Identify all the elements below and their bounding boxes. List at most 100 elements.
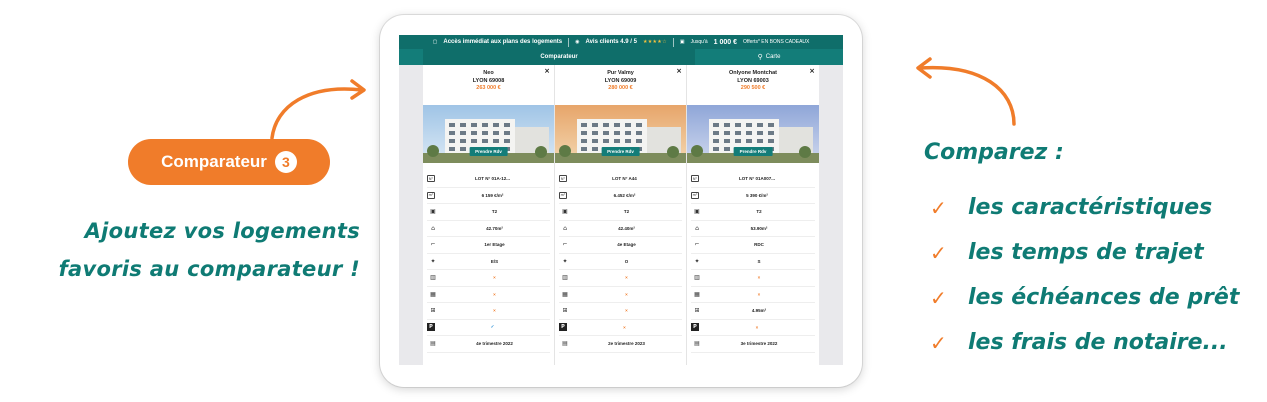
- arrow-to-tablet-right: [916, 57, 1016, 126]
- remove-icon[interactable]: ×: [809, 67, 815, 75]
- program-name: Neo: [483, 70, 494, 76]
- feature-row: ✦ O: [559, 254, 682, 270]
- feature-value: LOT N° 01A-12...: [474, 176, 511, 182]
- lot-number-icon: N°: [691, 175, 699, 183]
- feature-row: ▦ ×: [427, 287, 550, 303]
- feature-value: T2: [623, 209, 630, 215]
- book-appointment-button[interactable]: Prendre Rdv: [469, 147, 508, 156]
- feature-row: m² 6 159 €/m²: [427, 188, 550, 204]
- offer-prefix: Jusqu'à: [690, 39, 708, 45]
- feature-row: ▥ ×: [427, 270, 550, 287]
- feature-value: ×: [625, 291, 628, 297]
- surface-icon: ⌂: [431, 224, 435, 232]
- divider: [568, 37, 570, 47]
- feature-value: E/S: [490, 258, 499, 264]
- info-bar: ▢ Accès immédiat aux plans des logements…: [399, 35, 843, 49]
- feature-value: S: [757, 258, 761, 264]
- feature-row: ⌐ RDC: [691, 237, 815, 254]
- garden-icon: ⊞: [562, 307, 568, 315]
- left-caption-line2: favoris au comparateur !: [58, 257, 360, 281]
- tablet-frame: ▢ Accès immédiat aux plans des logements…: [380, 15, 862, 387]
- remove-icon[interactable]: ×: [544, 67, 550, 75]
- feature-row: P ×: [559, 320, 682, 336]
- book-appointment-button[interactable]: Prendre Rdv: [601, 147, 640, 156]
- feature-value: 6.452 €/m²: [613, 192, 636, 198]
- feature-value: 4e Etage: [617, 242, 636, 248]
- feature-label: les temps de trajet: [968, 240, 1204, 265]
- price-per-m2-icon: m²: [559, 191, 567, 199]
- feature-value: ×: [623, 324, 626, 330]
- feature-row: ▥ ×: [559, 270, 682, 287]
- feature-row: ⌐ 4e Etage: [559, 237, 682, 254]
- program-price: 263 000 €: [476, 85, 501, 91]
- feature-item: ✓ les temps de trajet: [930, 230, 1239, 275]
- program-features: N° LOT N° A44 m² 6.452 €/m² ▣ T2 ⌂ 42.40m² ⌐ 4e E…: [555, 163, 686, 353]
- plans-text: Accès immédiat aux plans des logements: [443, 39, 563, 45]
- tab-comparateur[interactable]: Comparateur: [423, 49, 695, 65]
- comparison-column: × Neo LYON 69008 263 000 € Prendre Rdv N…: [423, 65, 555, 365]
- floorplan-icon: ▣: [562, 208, 568, 216]
- feature-row: ▥ ×: [691, 270, 815, 287]
- feature-row: ▤ 3e trimestre 2022: [691, 336, 815, 353]
- feature-item: ✓ les caractéristiques: [930, 185, 1239, 230]
- feature-row: m² 5 390 €/m²: [691, 188, 815, 204]
- balcony-icon: ▥: [430, 274, 436, 282]
- feature-row: ⌂ 42.40m²: [559, 221, 682, 237]
- feature-value: LOT N° 01A007...: [738, 176, 776, 182]
- parking-icon: P: [559, 323, 567, 332]
- feature-value: 6 159 €/m²: [481, 192, 504, 198]
- check-icon: ✓: [930, 285, 947, 310]
- delivery-calendar-icon: ▤: [562, 340, 568, 348]
- book-appointment-button[interactable]: Prendre Rdv: [733, 147, 773, 156]
- floor-stairs-icon: ⌐: [430, 241, 436, 249]
- lot-number-icon: N°: [559, 175, 567, 183]
- program-photo: Prendre Rdv: [423, 105, 554, 163]
- lot-number-icon: N°: [427, 175, 435, 183]
- feature-label: les frais de notaire...: [968, 330, 1228, 355]
- offer-amount: 1 000 €: [713, 38, 738, 46]
- feature-row: ▣ T2: [427, 204, 550, 221]
- avis-text: Avis clients 4.9 / 5: [585, 39, 637, 45]
- delivery-calendar-icon: ▤: [694, 340, 700, 348]
- compare-feature-list: ✓ les caractéristiques ✓ les temps de traj…: [930, 185, 1239, 365]
- comparison-column: × Pur Valmy LYON 69009 280 000 € Prendre…: [555, 65, 687, 365]
- program-price: 280 000 €: [608, 85, 633, 91]
- tablet-screen: ▢ Accès immédiat aux plans des logements…: [399, 35, 843, 365]
- program-header: Onlyone Montchat LYON 69003 290 500 €: [687, 65, 819, 105]
- balcony-icon: ▥: [562, 274, 568, 282]
- check-icon: ✓: [930, 240, 947, 265]
- nav-bar: Comparateur ⚲ Carte: [399, 49, 843, 65]
- plans-icon: ▢: [432, 39, 438, 45]
- orientation-icon: ✦: [430, 257, 436, 265]
- gift-icon: ▣: [679, 39, 685, 45]
- orientation-icon: ✦: [562, 257, 568, 265]
- feature-row: ▣ T2: [691, 204, 815, 221]
- feature-value: 42.40m²: [618, 225, 635, 231]
- feature-value: RDC: [754, 242, 764, 248]
- feature-row: N° LOT N° 01A-12...: [427, 171, 550, 188]
- feature-row: ▤ 4e trimestre 2022: [427, 336, 550, 353]
- remove-icon[interactable]: ×: [676, 67, 682, 75]
- program-price: 290 500 €: [740, 85, 766, 91]
- feature-value: T2: [756, 209, 762, 215]
- price-per-m2-icon: m²: [427, 191, 435, 199]
- feature-row: m² 6.452 €/m²: [559, 188, 682, 204]
- tab-carte[interactable]: ⚲ Carte: [695, 49, 843, 65]
- terrace-icon: ▦: [694, 290, 700, 298]
- program-header: Neo LYON 69008 263 000 €: [423, 65, 554, 105]
- program-photo: Prendre Rdv: [687, 105, 819, 163]
- feature-value: ×: [493, 308, 496, 314]
- feature-label: les caractéristiques: [968, 195, 1213, 220]
- floorplan-icon: ▣: [694, 208, 700, 216]
- program-header: Pur Valmy LYON 69009 280 000 €: [555, 65, 686, 105]
- program-name: Onlyone Montchat: [729, 70, 777, 76]
- floor-stairs-icon: ⌐: [562, 241, 568, 249]
- check-icon: ✓: [930, 195, 947, 220]
- feature-value: LOT N° A44: [612, 176, 637, 182]
- price-per-m2-icon: m²: [691, 191, 699, 199]
- feature-value: 3e trimestre 2022: [740, 341, 778, 347]
- rating-badge-icon: ◉: [575, 39, 580, 45]
- program-features: N° LOT N° 01A-12... m² 6 159 €/m² ▣ T2 ⌂ 42.70m…: [423, 163, 554, 353]
- comparison-table: × Neo LYON 69008 263 000 € Prendre Rdv N…: [423, 65, 819, 365]
- feature-row: ▦ ×: [691, 287, 815, 303]
